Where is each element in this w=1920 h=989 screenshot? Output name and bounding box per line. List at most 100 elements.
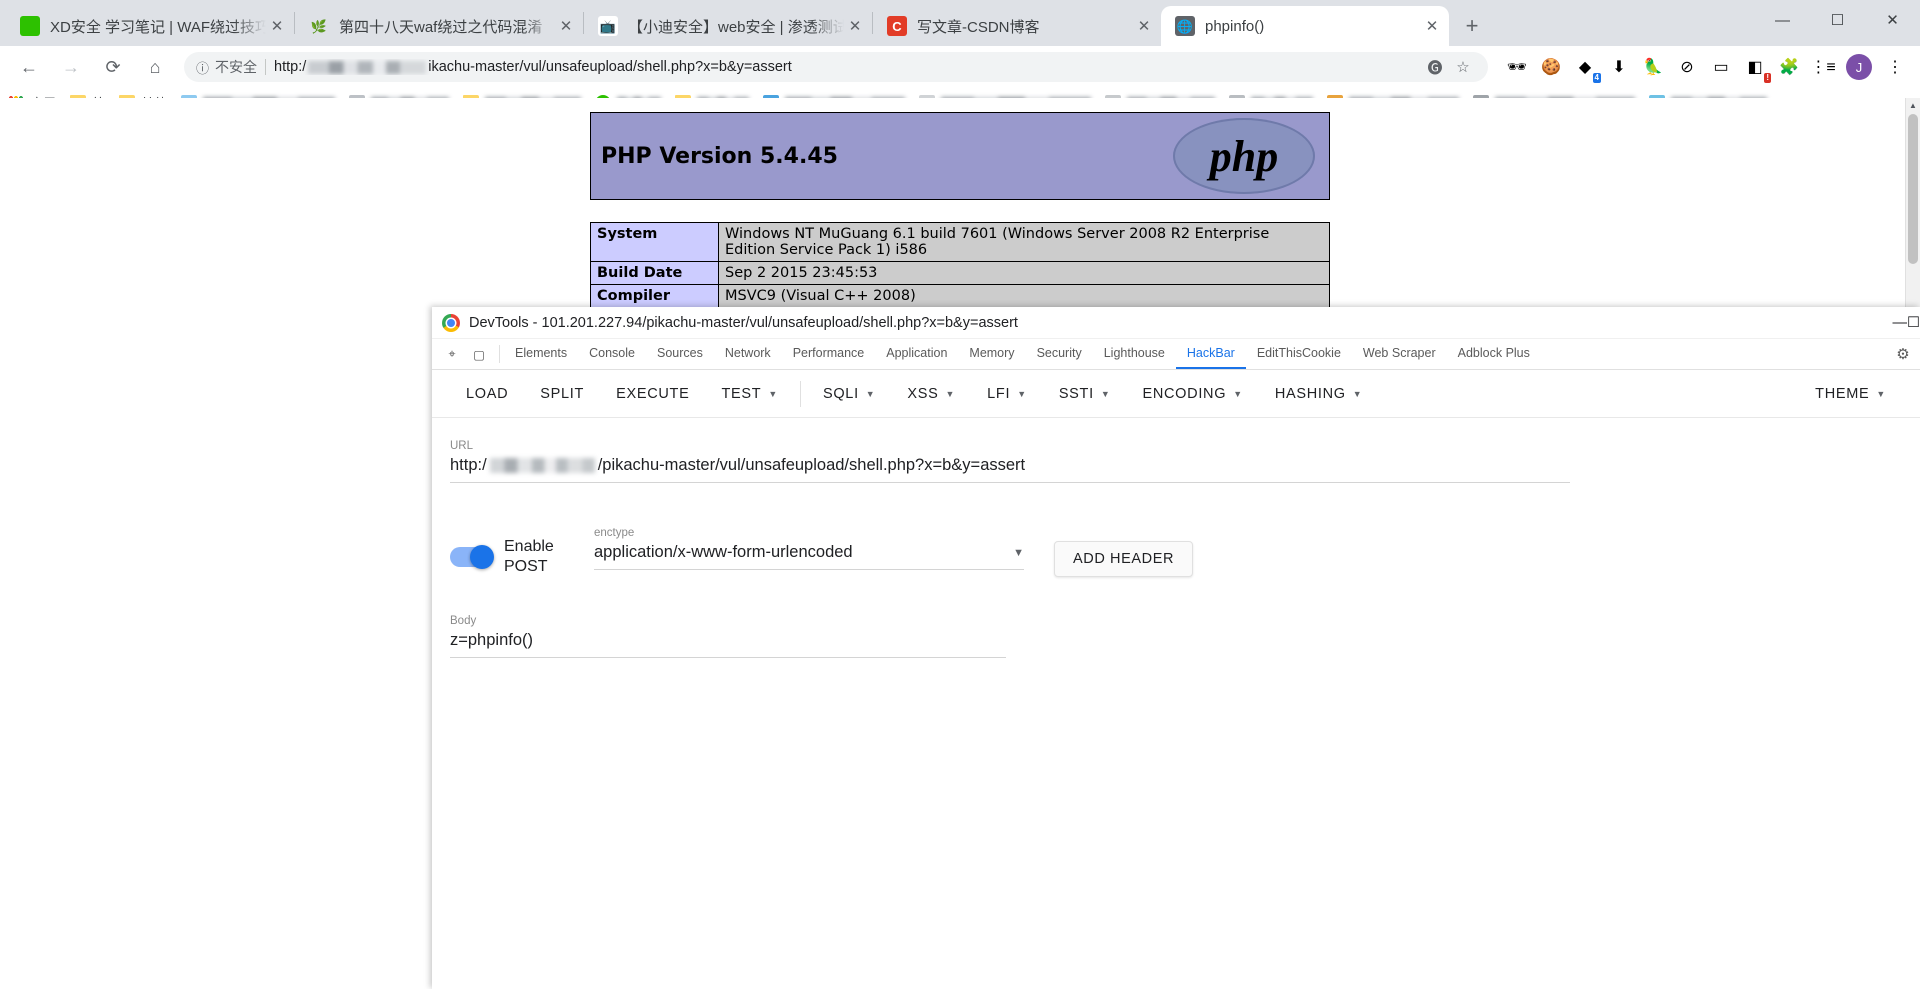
browser-tab-4[interactable]: C 写文章-CSDN博客 ✕ (873, 6, 1161, 46)
button-label: SSTI (1058, 385, 1094, 402)
home-button[interactable]: ⌂ (139, 51, 171, 83)
browser-tab-3[interactable]: 📺 【小迪安全】web安全 | 渗透测试 ✕ (584, 6, 872, 46)
chevron-down-icon: ▼ (1017, 388, 1027, 399)
avatar[interactable]: J (1846, 54, 1872, 80)
body-input[interactable]: z=phpinfo() (450, 629, 1006, 658)
enable-post-toggle-group[interactable]: Enable POST (450, 527, 578, 577)
browser-window: XD安全 学习笔记 | WAF绕过技巧 ✕ 🌿 第四十八天waf绕过之代码混淆 … (0, 0, 1920, 989)
table-cell-key: Compiler (590, 284, 719, 308)
hackbar-theme-menu[interactable]: THEME ▼ (1799, 386, 1902, 402)
button-label: THEME (1815, 385, 1870, 402)
button-label: SQLI (822, 385, 859, 402)
download-manager-extension-icon[interactable]: ⬇ (1604, 52, 1634, 82)
translate-icon[interactable]: 🅖 (1422, 54, 1448, 80)
phpinfo-version-banner: PHP Version 5.4.45 php (590, 112, 1330, 200)
tab-lighthouse[interactable]: Lighthouse (1093, 339, 1176, 369)
globe-icon: 🌐 (1175, 16, 1195, 36)
hackbar-sqli-menu[interactable]: SQLI ▼ (807, 386, 891, 402)
phpinfo-header-block: PHP Version 5.4.45 php (590, 112, 1330, 200)
cookie-editor-extension-icon[interactable]: 🍪 (1536, 52, 1566, 82)
tab-close-button[interactable]: ✕ (555, 15, 577, 37)
device-toolbar-icon[interactable]: ▢ (469, 344, 489, 364)
tab-close-button[interactable]: ✕ (844, 15, 866, 37)
leaf-icon: 🌿 (310, 18, 328, 34)
enable-post-toggle[interactable] (450, 545, 494, 569)
devtools-minimize-button[interactable]: — (1893, 315, 1908, 331)
gear-icon[interactable]: ⚙ (1886, 339, 1920, 369)
forward-button[interactable]: → (55, 51, 87, 83)
scroll-up-arrow[interactable]: ▲ (1906, 98, 1920, 113)
hackbar-split-button[interactable]: SPLIT (524, 386, 600, 402)
tab-editthiscookie[interactable]: EditThisCookie (1246, 339, 1352, 369)
back-button[interactable]: ← (13, 51, 45, 83)
enctype-select[interactable]: application/x-www-form-urlencoded ▼ (594, 541, 1024, 570)
puzzle-extensions-icon[interactable]: 🧩 (1774, 52, 1804, 82)
tab-hackbar[interactable]: HackBar (1175, 339, 1246, 369)
devtools-divider (499, 345, 500, 363)
button-label: HASHING (1274, 385, 1346, 402)
table-cell-key: System (590, 222, 719, 262)
site-info-icon[interactable]: ⓘ (196, 58, 209, 77)
tab-adblock-plus[interactable]: Adblock Plus (1447, 339, 1541, 369)
table-row: Build Date Sep 2 2015 23:45:53 (590, 261, 1330, 285)
toolbar-divider (799, 380, 801, 407)
tab-close-button[interactable]: ✕ (1421, 15, 1443, 37)
page-title: PHP Version 5.4.45 (601, 143, 838, 169)
scrollbar-thumb[interactable] (1908, 114, 1918, 264)
hackbar-extension-icon[interactable]: 🕶 (1502, 52, 1532, 82)
hackbar-ssti-menu[interactable]: SSTI ▼ (1043, 386, 1127, 402)
devtools-maximize-button[interactable]: ☐ (1907, 315, 1920, 331)
chrome-menu-button[interactable]: ⋮ (1880, 52, 1910, 82)
hackbar-lfi-menu[interactable]: LFI ▼ (971, 386, 1043, 402)
navigation-toolbar: ← → ⟳ ⌂ ⓘ 不安全 http:/ ikachu-master/vul/u… (0, 46, 1920, 88)
tab-strip: XD安全 学习笔记 | WAF绕过技巧 ✕ 🌿 第四十八天waf绕过之代码混淆 … (0, 0, 1920, 46)
hackbar-execute-button[interactable]: EXECUTE (600, 386, 705, 402)
devtools-window: DevTools - 101.201.227.94/pikachu-master… (432, 307, 1920, 989)
hackbar-test-menu[interactable]: TEST ▼ (705, 386, 793, 402)
star-icon[interactable]: ☆ (1450, 54, 1476, 80)
tab-console[interactable]: Console (578, 339, 646, 369)
hackbar-xss-menu[interactable]: XSS ▼ (891, 386, 971, 402)
inspect-element-icon[interactable]: ⌖ (442, 344, 462, 364)
enctype-selected-value: application/x-www-form-urlencoded (594, 543, 853, 561)
window-resizer-extension-icon[interactable]: ▭ (1706, 52, 1736, 82)
tab-application[interactable]: Application (875, 339, 958, 369)
tab-close-button[interactable]: ✕ (1133, 15, 1155, 37)
tab-performance[interactable]: Performance (782, 339, 876, 369)
tab-security[interactable]: Security (1026, 339, 1093, 369)
proxy-switchy-extension-icon[interactable]: ◆ 4 (1570, 52, 1601, 83)
button-label: TEST (721, 385, 762, 402)
url-field-label: URL (450, 440, 474, 452)
add-header-button[interactable]: ADD HEADER (1054, 541, 1194, 577)
adblock-extension-icon[interactable]: ⊘ (1672, 52, 1702, 82)
evernote-extension-icon[interactable]: ◧! (1740, 52, 1771, 83)
address-bar[interactable]: ⓘ 不安全 http:/ ikachu-master/vul/unsafeupl… (184, 52, 1488, 82)
browser-tab-1[interactable]: XD安全 学习笔记 | WAF绕过技巧 ✕ (6, 6, 294, 46)
tab-sources[interactable]: Sources (646, 339, 714, 369)
button-label: LOAD (466, 385, 509, 402)
chevron-down-icon: ▼ (865, 388, 876, 399)
hackbar-load-button[interactable]: LOAD (450, 386, 524, 402)
hackbar-hashing-menu[interactable]: HASHING ▼ (1259, 386, 1379, 402)
reload-button[interactable]: ⟳ (97, 51, 129, 83)
button-label: EXECUTE (616, 385, 690, 402)
tab-network[interactable]: Network (714, 339, 782, 369)
tab-close-button[interactable]: ✕ (266, 15, 288, 37)
close-window-button[interactable]: ✕ (1865, 0, 1920, 40)
minimize-button[interactable]: — (1755, 0, 1810, 40)
browser-tab-2[interactable]: 🌿 第四十八天waf绕过之代码混淆 ✕ (295, 6, 583, 46)
wappalyzer-extension-icon[interactable]: 🦜 (1638, 52, 1668, 82)
browser-tab-5-active[interactable]: 🌐 phpinfo() ✕ (1161, 6, 1449, 46)
reading-list-icon[interactable]: ⋮≡ (1808, 52, 1838, 82)
hackbar-encoding-menu[interactable]: ENCODING ▼ (1126, 386, 1258, 402)
tab-title: XD安全 学习笔记 | WAF绕过技巧 (50, 18, 266, 36)
url-input[interactable]: http:/ /pikachu-master/vul/unsafeupload/… (450, 454, 1570, 483)
php-logo-icon: php (1173, 118, 1315, 194)
tab-memory[interactable]: Memory (958, 339, 1025, 369)
table-cell-key: Build Date (590, 261, 719, 285)
tab-elements[interactable]: Elements (504, 339, 578, 369)
chevron-down-icon: ▼ (1100, 388, 1111, 399)
maximize-button[interactable]: ☐ (1810, 0, 1865, 40)
new-tab-button[interactable]: + (1455, 9, 1489, 43)
tab-web-scraper[interactable]: Web Scraper (1352, 339, 1447, 369)
